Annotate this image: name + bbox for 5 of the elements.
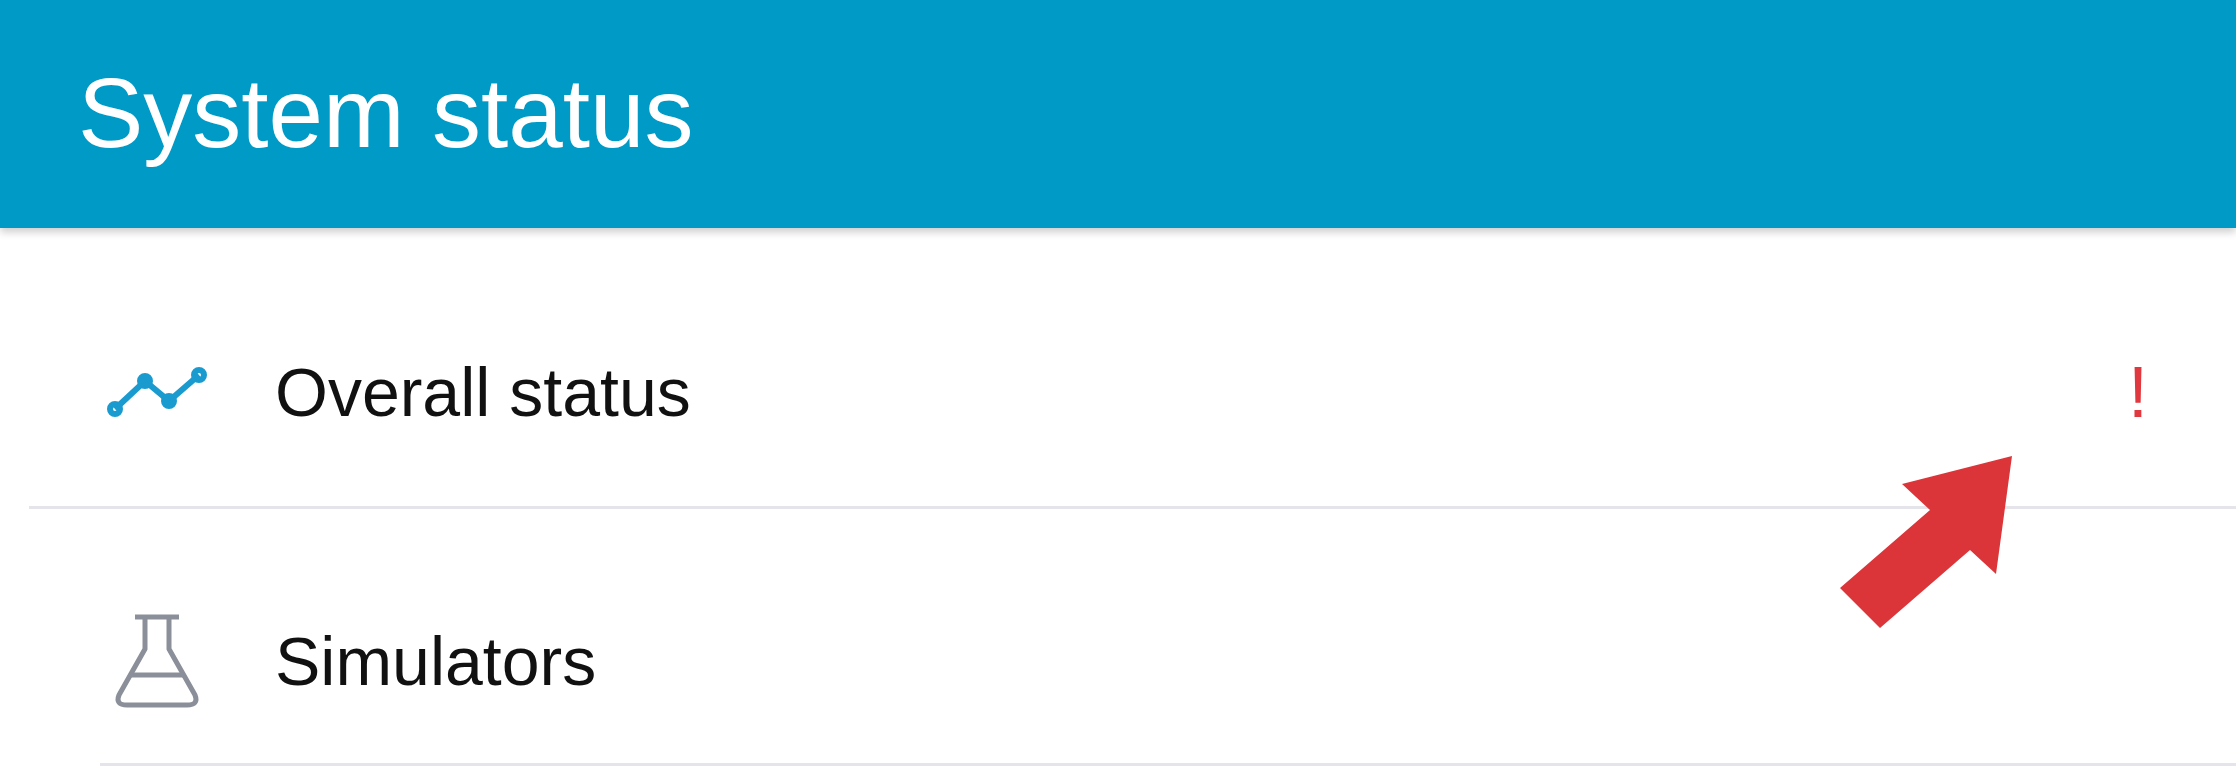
line-chart-icon [107, 367, 207, 417]
page-title: System status [78, 57, 694, 171]
alert-mark: ! [2128, 351, 2148, 434]
menu-item-label: Overall status [275, 353, 691, 432]
menu-item-label: Simulators [275, 622, 597, 701]
